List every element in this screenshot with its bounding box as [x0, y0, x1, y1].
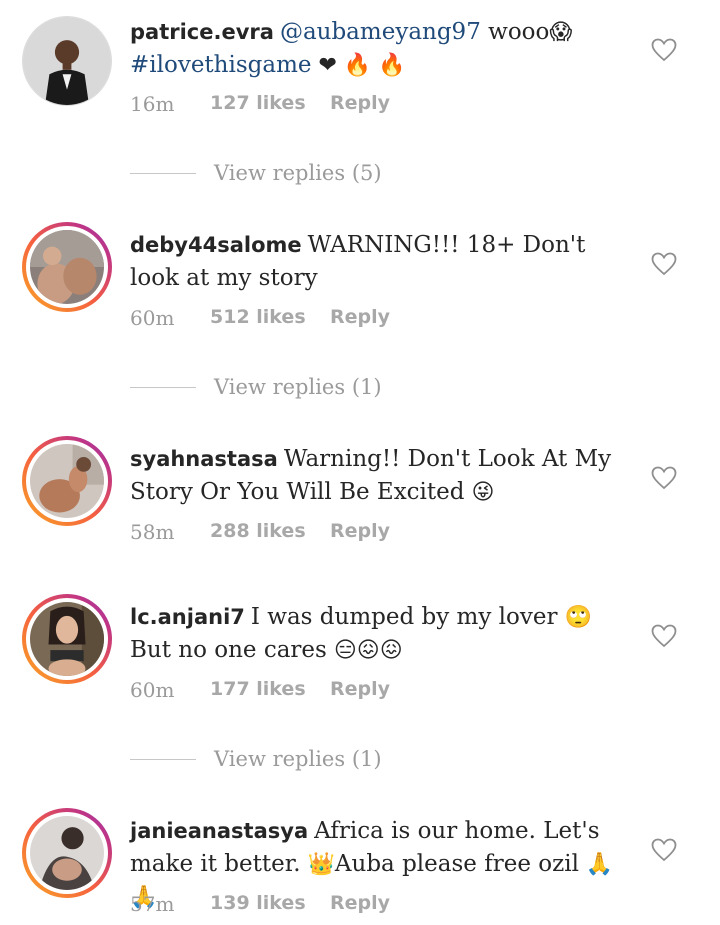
likes-count[interactable]: 139 likes	[210, 892, 330, 916]
divider	[130, 172, 196, 174]
avatar-photo	[30, 230, 104, 304]
comment-text: deby44salome WARNING!!! 18+ Don't look at…	[130, 229, 630, 295]
comment-text: lc.anjani7 I was dumped by my lover 🙄 But…	[130, 601, 630, 667]
emoji: ❤ 🔥 🔥	[311, 53, 406, 78]
comment-time: 60m	[130, 678, 175, 702]
view-replies[interactable]: View replies (5)	[130, 158, 382, 188]
view-replies[interactable]: View replies (1)	[130, 372, 382, 402]
avatar-photo	[30, 816, 104, 890]
reply-button[interactable]: Reply	[330, 520, 390, 544]
avatar[interactable]	[22, 594, 112, 684]
heart-outline-icon[interactable]	[651, 38, 677, 62]
comment-time: 58m	[130, 520, 175, 544]
comment-meta: 16m 127 likes Reply	[130, 92, 390, 116]
avatar[interactable]	[22, 436, 112, 526]
view-replies-label[interactable]: View replies (5)	[214, 161, 382, 185]
comment-meta: 60m 512 likes Reply	[130, 306, 390, 330]
comment-meta: 58m 288 likes Reply	[130, 520, 390, 544]
mention-link[interactable]: @aubameyang97	[280, 19, 481, 45]
emoji: 😱	[549, 20, 573, 45]
comment-username[interactable]: syahnastasa	[130, 447, 278, 471]
divider	[130, 386, 196, 388]
comment-meta: 57m 139 likes Reply	[130, 892, 390, 916]
view-replies-label[interactable]: View replies (1)	[214, 375, 382, 399]
comment-time: 57m	[130, 892, 175, 916]
divider	[130, 758, 196, 760]
emoji: 😜	[464, 480, 495, 505]
hashtag-link[interactable]: #ilovethisgame	[130, 52, 312, 78]
heart-outline-icon[interactable]	[651, 838, 677, 862]
avatar-photo	[30, 444, 104, 518]
comment-text: patrice.evra @aubameyang97 wooo😱 #iloveth…	[130, 16, 630, 82]
comment-time: 16m	[130, 92, 175, 116]
comment-body: wooo	[480, 19, 550, 45]
reply-button[interactable]: Reply	[330, 678, 390, 702]
comment-body-line2: Auba please free ozil	[334, 851, 579, 877]
avatar[interactable]	[22, 16, 112, 106]
avatar[interactable]	[22, 808, 112, 898]
comment-meta: 60m 177 likes Reply	[130, 678, 390, 702]
comment-username[interactable]: patrice.evra	[130, 20, 274, 44]
heart-outline-icon[interactable]	[651, 252, 677, 276]
comment-username[interactable]: lc.anjani7	[130, 605, 245, 629]
avatar[interactable]	[22, 222, 112, 312]
comment-time: 60m	[130, 306, 175, 330]
view-replies[interactable]: View replies (1)	[130, 744, 382, 774]
comment-username[interactable]: janieanastasya	[130, 819, 308, 843]
view-replies-label[interactable]: View replies (1)	[214, 747, 382, 771]
avatar-photo	[30, 602, 104, 676]
heart-outline-icon[interactable]	[651, 466, 677, 490]
avatar-photo	[23, 17, 111, 105]
reply-button[interactable]: Reply	[330, 306, 390, 330]
reply-button[interactable]: Reply	[330, 92, 390, 116]
reply-button[interactable]: Reply	[330, 892, 390, 916]
comment-body: I was dumped by my lover	[250, 604, 558, 630]
likes-count[interactable]: 512 likes	[210, 306, 330, 330]
comment-body-line2: But no one cares	[130, 637, 327, 663]
emoji: 🙄	[557, 605, 592, 630]
comment-username[interactable]: deby44salome	[130, 233, 302, 257]
likes-count[interactable]: 288 likes	[210, 520, 330, 544]
emoji: 👑	[300, 852, 335, 877]
comment-text: syahnastasa Warning!! Don't Look At My St…	[130, 443, 630, 509]
emoji: 😑😖😖	[326, 638, 403, 663]
heart-outline-icon[interactable]	[651, 624, 677, 648]
likes-count[interactable]: 127 likes	[210, 92, 330, 116]
likes-count[interactable]: 177 likes	[210, 678, 330, 702]
